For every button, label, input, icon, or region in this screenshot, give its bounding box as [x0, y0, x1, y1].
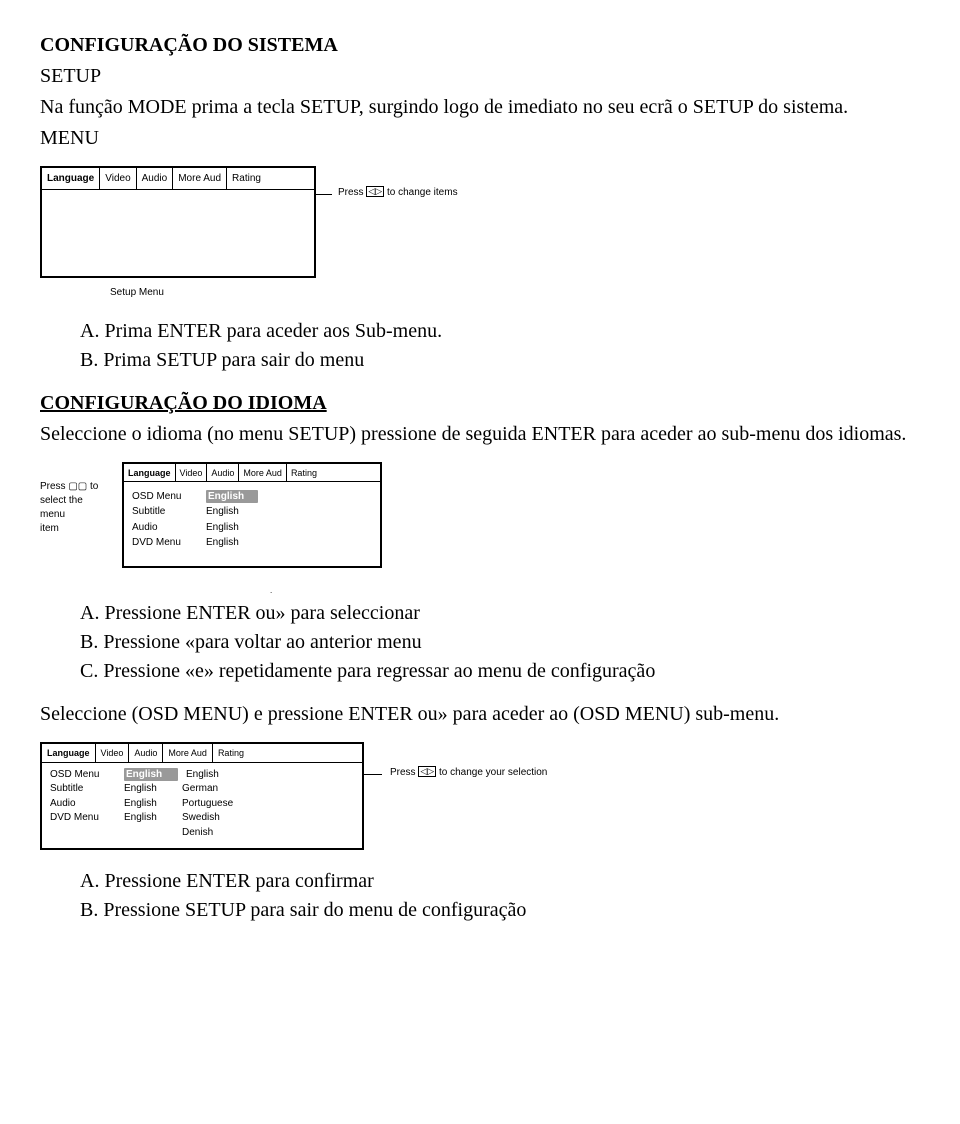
- tab-audio[interactable]: Audio: [129, 744, 163, 761]
- paragraph-osd-intro: Seleccione (OSD MENU) e pressione ENTER …: [40, 701, 920, 728]
- paragraph-language-intro: Seleccione o idioma (no menu SETUP) pres…: [40, 421, 920, 448]
- text: Press: [390, 767, 416, 778]
- tab-audio[interactable]: Audio: [137, 168, 174, 189]
- menu-row-value: English: [206, 505, 254, 519]
- list-ab-1: A. Prima ENTER para aceder aos Sub-menu.…: [40, 318, 920, 374]
- paragraph-intro: Na função MODE prima a tecla SETUP, surg…: [40, 94, 920, 121]
- tab-more-aud[interactable]: More Aud: [173, 168, 227, 189]
- tab-language[interactable]: Language: [42, 168, 100, 189]
- list-item: A. Pressione ENTER para confirmar: [80, 868, 920, 895]
- menu-row-value: English: [124, 811, 174, 825]
- leader-line: [314, 194, 332, 195]
- heading-system-config: CONFIGURAÇÃO DO SISTEMA: [40, 32, 920, 59]
- menu-row-option[interactable]: English: [186, 768, 252, 782]
- screenshot-setup-menu: LanguageVideoAudioMore AudRating Press ◁…: [40, 166, 920, 300]
- tab-more-aud[interactable]: More Aud: [163, 744, 213, 761]
- menu-row-label: Audio: [132, 521, 194, 535]
- menu-row[interactable]: DVD Menu English Swedish: [50, 811, 354, 825]
- menu-row-value: English: [124, 782, 174, 796]
- menu-row-label: OSD Menu: [132, 490, 194, 504]
- screenshot-osd-menu: LanguageVideoAudioMore AudRating OSD Men…: [40, 742, 920, 850]
- list-item: C. Pressione «e» repetidamente para regr…: [80, 658, 920, 685]
- menu-row-value: English: [124, 797, 174, 811]
- tab-language[interactable]: Language: [124, 464, 176, 481]
- menu-row-label: DVD Menu: [132, 536, 194, 550]
- menu-row-option[interactable]: German: [182, 782, 248, 796]
- tab-language[interactable]: Language: [42, 744, 96, 761]
- menu-row[interactable]: Subtitle English German: [50, 782, 354, 796]
- stray-dot: .: [270, 586, 920, 597]
- menu-row[interactable]: Audio English Portuguese: [50, 797, 354, 811]
- list-item: A. Pressione ENTER ou» para seleccionar: [80, 600, 920, 627]
- osd-menu-box: LanguageVideoAudioMore AudRating OSD Men…: [40, 742, 364, 850]
- menu-row[interactable]: Subtitle English: [132, 505, 372, 519]
- menu-row[interactable]: Audio English: [132, 521, 372, 535]
- label-setup: SETUP: [40, 63, 920, 90]
- language-menu-box: LanguageVideoAudioMore AudRating OSD Men…: [122, 462, 382, 568]
- instruction-change-items: Press ◁▷ to change items: [338, 186, 458, 200]
- text: to change your selection: [439, 767, 547, 778]
- menu-row-value: English: [206, 521, 254, 535]
- screenshot-language-submenu: Press ▢▢ to select the menu item Languag…: [40, 462, 920, 568]
- menu-row[interactable]: DVD Menu English: [132, 536, 372, 550]
- menu-row-label: Subtitle: [50, 782, 116, 796]
- hint-line: Press ▢▢ to: [40, 480, 110, 494]
- tab-more-aud[interactable]: More Aud: [239, 464, 287, 481]
- text: Press: [338, 187, 364, 198]
- tab-rating[interactable]: Rating: [227, 168, 266, 189]
- menu-row[interactable]: OSD Menu English English: [50, 768, 354, 782]
- menu-row-value: English: [206, 536, 254, 550]
- caption-setup-menu: Setup Menu: [110, 286, 920, 300]
- list-ab-2: A. Pressione ENTER para confirmar B. Pre…: [40, 868, 920, 924]
- arrow-keys-icon: ◁▷: [418, 766, 436, 777]
- menu-row-option[interactable]: Swedish: [182, 811, 248, 825]
- text: to change items: [387, 187, 458, 198]
- list-item: B. Prima SETUP para sair do menu: [80, 347, 920, 374]
- menu-row-label: DVD Menu: [50, 811, 116, 825]
- hint-line: item: [40, 522, 110, 536]
- list-item: B. Pressione «para voltar ao anterior me…: [80, 629, 920, 656]
- instruction-change-selection: Press ◁▷ to change your selection: [390, 766, 547, 780]
- list-item: A. Prima ENTER para aceder aos Sub-menu.: [80, 318, 920, 345]
- menu-row-value: English: [206, 490, 258, 504]
- setup-menu-box: LanguageVideoAudioMore AudRating Press ◁…: [40, 166, 316, 278]
- menu-row-option[interactable]: Portuguese: [182, 797, 248, 811]
- tab-audio[interactable]: Audio: [207, 464, 239, 481]
- menu-row[interactable]: Denish: [50, 826, 354, 840]
- leader-line: [362, 774, 382, 775]
- list-abc: A. Pressione ENTER ou» para seleccionar …: [40, 600, 920, 685]
- tab-video[interactable]: Video: [96, 744, 130, 761]
- menu-row-label: Subtitle: [132, 505, 194, 519]
- tab-rating[interactable]: Rating: [213, 744, 249, 761]
- list-item: B. Pressione SETUP para sair do menu de …: [80, 897, 920, 924]
- menu-row[interactable]: OSD Menu English: [132, 490, 372, 504]
- tab-video[interactable]: Video: [100, 168, 136, 189]
- heading-language-config: CONFIGURAÇÃO DO IDIOMA: [40, 390, 920, 417]
- left-hint: Press ▢▢ to select the menu item: [40, 480, 110, 536]
- menu-row-label: OSD Menu: [50, 768, 116, 782]
- arrow-keys-icon: ◁▷: [366, 186, 384, 197]
- label-menu: MENU: [40, 125, 920, 152]
- hint-line: select the menu: [40, 494, 110, 522]
- tab-rating[interactable]: Rating: [287, 464, 321, 481]
- tab-video[interactable]: Video: [176, 464, 208, 481]
- menu-row-value: English: [124, 768, 178, 782]
- menu-row-option[interactable]: Denish: [182, 826, 248, 840]
- menu-row-label: Audio: [50, 797, 116, 811]
